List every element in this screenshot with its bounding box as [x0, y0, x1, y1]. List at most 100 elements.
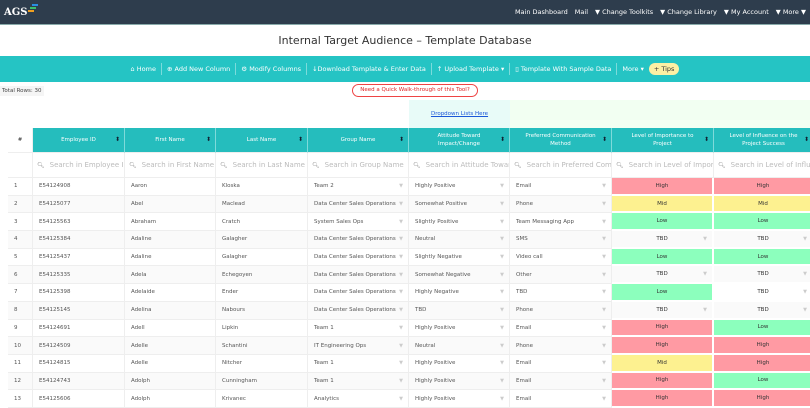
table-cell[interactable]: 1	[8, 178, 33, 196]
chevron-down-icon[interactable]: ▼	[602, 360, 606, 366]
chevron-down-icon[interactable]: ▼	[500, 307, 504, 313]
chevron-down-icon[interactable]: ▼	[399, 396, 403, 402]
dropdown-cell[interactable]: Highly Positive ▼	[409, 372, 510, 391]
dropdown-cell[interactable]: Mid	[714, 195, 810, 214]
dropdown-cell[interactable]: Data Center Sales Operations ▼	[308, 231, 409, 249]
sort-icon[interactable]: ⬍	[804, 136, 809, 144]
dropdown-cell[interactable]: Team 1 ▼	[308, 354, 409, 373]
dropdown-cell[interactable]: High	[612, 390, 714, 408]
dropdown-cell[interactable]: Low	[612, 284, 714, 302]
table-cell[interactable]: Adelaide	[125, 284, 216, 302]
column-header[interactable]: Group Name ⬍	[308, 128, 409, 153]
chevron-down-icon[interactable]: ▼	[399, 254, 403, 260]
chevron-down-icon[interactable]: ▼	[500, 378, 504, 384]
chevron-down-icon[interactable]: ▼	[399, 201, 403, 207]
chevron-down-icon[interactable]: ▼	[602, 219, 606, 225]
dropdown-cell[interactable]: Data Center Sales Operations ▼	[308, 284, 409, 302]
chevron-down-icon[interactable]: ▼	[500, 236, 504, 242]
dropdown-cell[interactable]: TBD ▼	[510, 284, 612, 302]
search-input[interactable]: 🔍︎ Search in Level of Importance	[612, 153, 714, 178]
chevron-down-icon[interactable]: ▼	[500, 183, 504, 189]
sort-icon[interactable]: ⬍	[115, 136, 120, 144]
column-header[interactable]: Level of Importance to Project ⬍	[612, 128, 714, 153]
chevron-down-icon[interactable]: ▼	[399, 325, 403, 331]
table-cell[interactable]: 13	[8, 390, 33, 408]
dropdown-cell[interactable]: Mid	[612, 354, 714, 373]
dropdown-cell[interactable]: Team Messaging App ▼	[510, 213, 612, 232]
chevron-down-icon[interactable]: ▼	[602, 272, 606, 278]
table-cell[interactable]: E54125145	[33, 301, 125, 320]
table-cell[interactable]: E54125398	[33, 284, 125, 302]
table-cell[interactable]: E54124509	[33, 337, 125, 355]
chevron-down-icon[interactable]: ▼	[399, 272, 403, 278]
sample-data-button[interactable]: ▯ Template With Sample Data	[515, 65, 611, 73]
chevron-down-icon[interactable]: ▼	[602, 396, 606, 402]
home-button[interactable]: ⌂ Home	[131, 65, 156, 73]
dropdown-cell[interactable]: Low	[612, 213, 714, 232]
chevron-down-icon[interactable]: ▼	[602, 325, 606, 331]
dropdown-cell[interactable]: Data Center Sales Operations ▼	[308, 248, 409, 267]
table-cell[interactable]: 3	[8, 213, 33, 232]
table-cell[interactable]: Adelle	[125, 337, 216, 355]
nav-mail[interactable]: Mail	[575, 8, 588, 16]
dropdown-cell[interactable]: Highly Positive ▼	[409, 390, 510, 408]
column-header[interactable]: First Name ⬍	[125, 128, 216, 153]
dropdown-cell[interactable]: Email ▼	[510, 178, 612, 196]
dropdown-cell[interactable]: Highly Positive ▼	[409, 178, 510, 196]
table-cell[interactable]: 7	[8, 284, 33, 302]
dropdown-cell[interactable]: Somewhat Negative ▼	[409, 266, 510, 285]
dropdown-cell[interactable]: Highly Positive ▼	[409, 319, 510, 338]
chevron-down-icon[interactable]: ▼	[602, 378, 606, 384]
table-cell[interactable]: Lipkin	[216, 319, 308, 338]
search-input[interactable]: 🔍︎ Search in Level of Influence	[714, 153, 810, 178]
dropdown-cell[interactable]: TBD ▼	[409, 301, 510, 320]
table-cell[interactable]: Nitcher	[216, 354, 308, 373]
table-cell[interactable]: E54125606	[33, 390, 125, 408]
table-cell[interactable]: Adela	[125, 266, 216, 285]
dropdown-cell[interactable]: TBD ▼	[612, 301, 714, 320]
table-cell[interactable]: Adelina	[125, 301, 216, 320]
dropdown-cell[interactable]: Somewhat Positive ▼	[409, 195, 510, 214]
dropdown-cell[interactable]: Low	[714, 248, 810, 267]
dropdown-cell[interactable]: Low	[714, 372, 810, 391]
table-cell[interactable]: Adaline	[125, 248, 216, 267]
dropdown-cell[interactable]: High	[612, 319, 714, 338]
table-cell[interactable]: Echegoyen	[216, 266, 308, 285]
dropdown-cell[interactable]: Neutral ▼	[409, 337, 510, 355]
sort-icon[interactable]: ⬍	[206, 136, 211, 144]
chevron-down-icon[interactable]: ▼	[602, 254, 606, 260]
sort-icon[interactable]: ⬍	[704, 136, 709, 144]
chevron-down-icon[interactable]: ▼	[500, 343, 504, 349]
dropdown-cell[interactable]: TBD ▼	[714, 301, 810, 320]
table-cell[interactable]: E54124691	[33, 319, 125, 338]
dropdown-cell[interactable]: Phone ▼	[510, 195, 612, 214]
dropdown-cell[interactable]: Data Center Sales Operations ▼	[308, 266, 409, 285]
sort-icon[interactable]: ⬍	[500, 136, 505, 144]
dropdown-cell[interactable]: Email ▼	[510, 390, 612, 408]
search-input[interactable]: 🔍︎ Search in Last Name	[216, 153, 308, 178]
table-cell[interactable]: E54124908	[33, 178, 125, 196]
dropdown-cell[interactable]: Slightly Positive ▼	[409, 213, 510, 232]
table-cell[interactable]: Krivanec	[216, 390, 308, 408]
dropdown-cell[interactable]: Team 1 ▼	[308, 319, 409, 338]
dropdown-cell[interactable]: High	[612, 178, 714, 196]
dropdown-cell[interactable]: IT Engineering Ops ▼	[308, 337, 409, 355]
chevron-down-icon[interactable]: ▼	[500, 396, 504, 402]
chevron-down-icon[interactable]: ▼	[500, 219, 504, 225]
dropdown-cell[interactable]: Phone ▼	[510, 301, 612, 320]
dropdown-cell[interactable]: Neutral ▼	[409, 231, 510, 249]
table-cell[interactable]: Galagher	[216, 248, 308, 267]
table-cell[interactable]: Kloska	[216, 178, 308, 196]
table-cell[interactable]: 10	[8, 337, 33, 355]
search-input[interactable]: 🔍︎ Search in Employee ID	[33, 153, 125, 178]
table-cell[interactable]: 4	[8, 231, 33, 249]
table-cell[interactable]: 5	[8, 248, 33, 267]
table-cell[interactable]: Schantini	[216, 337, 308, 355]
column-header[interactable]: Employee ID ⬍	[33, 128, 125, 153]
dropdown-cell[interactable]: SMS ▼	[510, 231, 612, 249]
table-cell[interactable]: E54125437	[33, 248, 125, 267]
chevron-down-icon[interactable]: ▼	[500, 289, 504, 295]
chevron-down-icon[interactable]: ▼	[803, 289, 807, 295]
dropdown-cell[interactable]: TBD ▼	[714, 231, 810, 249]
search-input[interactable]: 🔍︎ Search in First Name	[125, 153, 216, 178]
